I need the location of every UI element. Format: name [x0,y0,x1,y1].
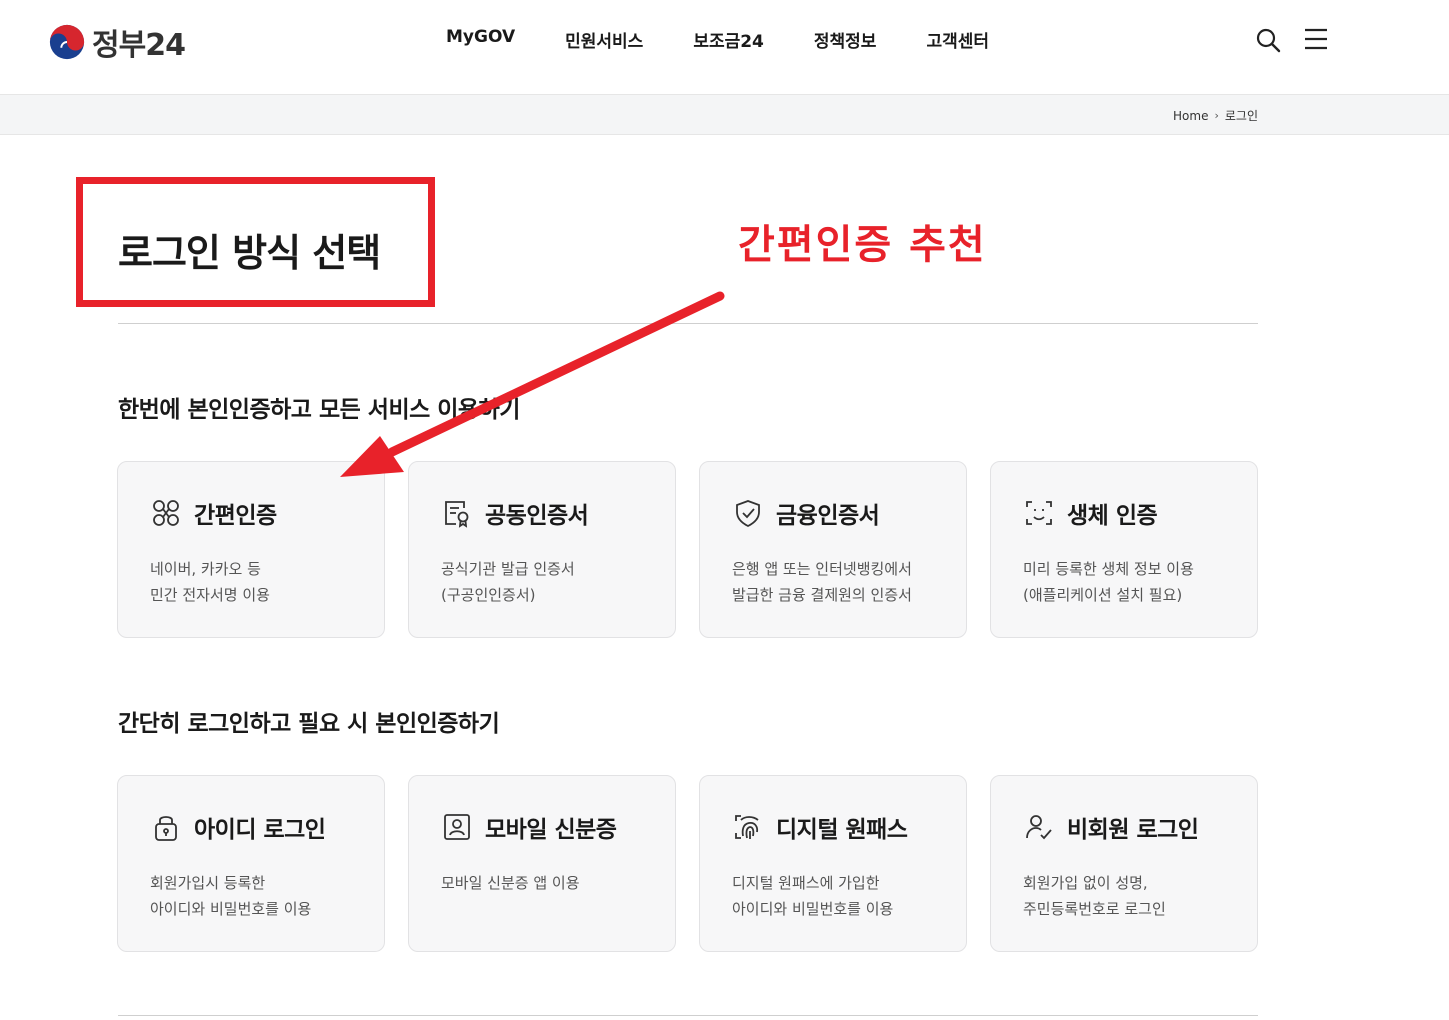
breadcrumb-bar: Home › 로그인 [0,94,1449,135]
shield-check-icon [732,497,764,529]
breadcrumb-home[interactable]: Home [1173,109,1208,123]
card-title: 간편인증 [194,503,277,529]
card-description: 은행 앱 또는 인터넷뱅킹에서 발급한 금융 결제원의 인증서 [732,556,912,608]
card-desc-line: 회원가입 없이 성명, [1023,874,1148,892]
card-desc-line: (구공인인증서) [441,586,536,604]
section-heading-simple-login: 간단히 로그인하고 필요 시 본인인증하기 [118,711,500,737]
card-desc-line: 미리 등록한 생체 정보 이용 [1023,560,1194,578]
card-title: 생체 인증 [1067,503,1158,529]
login-card-joint-certificate[interactable]: 공동인증서 공식기관 발급 인증서 (구공인인증서) [408,461,676,638]
user-check-icon [1023,811,1055,843]
login-card-id-login[interactable]: 아이디 로그인 회원가입시 등록한 아이디와 비밀번호를 이용 [117,775,385,952]
card-description: 회원가입 없이 성명, 주민등록번호로 로그인 [1023,870,1166,922]
card-title: 아이디 로그인 [194,817,326,843]
card-description: 회원가입시 등록한 아이디와 비밀번호를 이용 [150,870,311,922]
login-card-guest[interactable]: 비회원 로그인 회원가입 없이 성명, 주민등록번호로 로그인 [990,775,1258,952]
card-desc-line: 회원가입시 등록한 [150,874,266,892]
site-header: 정부24 MyGOV 민원서비스 보조금24 정책정보 고객센터 [0,0,1449,94]
search-icon[interactable] [1255,27,1281,53]
fingerprint-icon [732,811,764,843]
annotation-text: 간편인증 추천 [738,222,987,268]
taegeuk-logo-icon [49,24,85,60]
section-heading-verify-once: 한번에 본인인증하고 모든 서비스 이용하기 [118,397,520,423]
logo-text: 정부24 [92,28,186,63]
card-desc-line: 민간 전자서명 이용 [150,586,270,604]
simple-auth-icon [150,497,182,529]
chevron-right-icon: › [1214,109,1219,122]
certificate-icon [441,497,473,529]
title-divider [118,323,1258,324]
nav-civil-service[interactable]: 민원서비스 [565,27,643,52]
card-description: 미리 등록한 생체 정보 이용 (애플리케이션 설치 필요) [1023,556,1194,608]
nav-mygov[interactable]: MyGOV [446,27,515,52]
breadcrumb-current: 로그인 [1224,109,1258,123]
card-desc-line: 아이디와 비밀번호를 이용 [150,900,312,918]
card-desc-line: 발급한 금융 결제원의 인증서 [732,586,912,604]
main-nav: MyGOV 민원서비스 보조금24 정책정보 고객센터 [446,27,1039,52]
card-title: 모바일 신분증 [485,817,617,843]
card-description: 네이버, 카카오 등 민간 전자서명 이용 [150,556,270,608]
page-title: 로그인 방식 선택 [118,231,381,275]
nav-subsidy[interactable]: 보조금24 [693,27,764,52]
card-description: 모바일 신분증 앱 이용 [441,870,580,896]
card-description: 공식기관 발급 인증서 (구공인인증서) [441,556,575,608]
nav-policy-info[interactable]: 정책정보 [814,27,877,52]
card-title: 디지털 원패스 [776,817,908,843]
card-desc-line: 은행 앱 또는 인터넷뱅킹에서 [732,560,912,578]
login-card-financial-certificate[interactable]: 금융인증서 은행 앱 또는 인터넷뱅킹에서 발급한 금융 결제원의 인증서 [699,461,967,638]
hamburger-menu-icon[interactable] [1304,28,1328,50]
face-scan-icon [1023,497,1055,529]
breadcrumb: Home › 로그인 [1173,107,1258,124]
card-desc-line: 공식기관 발급 인증서 [441,560,575,578]
card-desc-line: 아이디와 비밀번호를 이용 [732,900,894,918]
login-card-digital-onepass[interactable]: 디지털 원패스 디지털 원패스에 가입한 아이디와 비밀번호를 이용 [699,775,967,952]
nav-customer-center[interactable]: 고객센터 [926,27,989,52]
card-title: 공동인증서 [485,503,589,529]
login-card-biometric[interactable]: 생체 인증 미리 등록한 생체 정보 이용 (애플리케이션 설치 필요) [990,461,1258,638]
card-desc-line: 주민등록번호로 로그인 [1023,900,1166,918]
card-desc-line: 디지털 원패스에 가입한 [732,874,880,892]
card-title: 금융인증서 [776,503,880,529]
site-logo[interactable]: 정부24 [48,20,186,64]
login-card-simple-auth[interactable]: 간편인증 네이버, 카카오 등 민간 전자서명 이용 [117,461,385,638]
card-desc-line: (애플리케이션 설치 필요) [1023,586,1183,604]
page: 정부24 MyGOV 민원서비스 보조금24 정책정보 고객센터 Home › … [0,0,1449,1020]
bottom-divider [118,1015,1258,1016]
card-title: 비회원 로그인 [1067,817,1199,843]
login-card-mobile-id[interactable]: 모바일 신분증 모바일 신분증 앱 이용 [408,775,676,952]
id-card-icon [441,811,473,843]
card-description: 디지털 원패스에 가입한 아이디와 비밀번호를 이용 [732,870,893,922]
card-desc-line: 네이버, 카카오 등 [150,560,261,578]
card-desc-line: 모바일 신분증 앱 이용 [441,874,580,892]
lock-icon [150,811,182,843]
